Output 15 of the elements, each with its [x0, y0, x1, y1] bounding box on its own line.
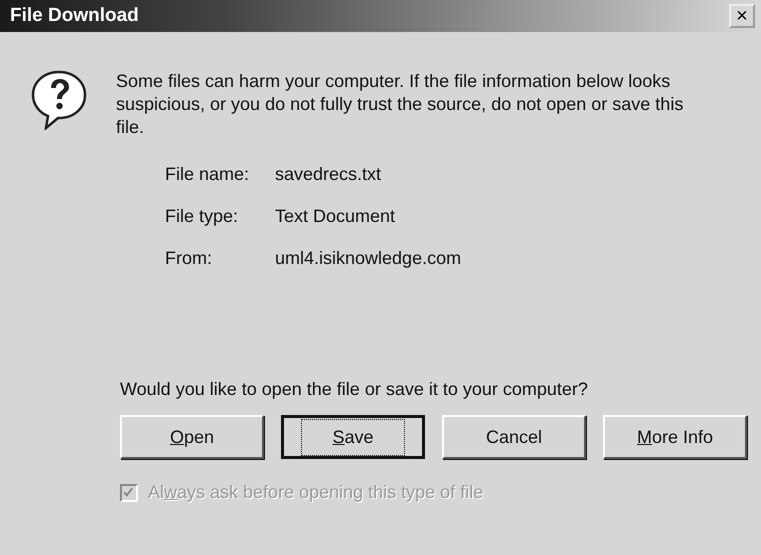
warning-text: Some files can harm your computer. If the file information below looks suspicious, or you do not fully trust the source, do not open or save this file.	[116, 70, 684, 139]
field-value: uml4.isiknowledge.com	[275, 247, 462, 270]
field-label: File name:	[165, 163, 250, 186]
dialog-button[interactable]: Open	[120, 415, 264, 459]
question-text: Would you like to open the file or save it to your computer?	[120, 379, 588, 399]
field-label: From:	[165, 247, 213, 270]
field-value: savedrecs.txt	[275, 163, 382, 186]
field-value: Text Document	[275, 205, 396, 228]
dialog-button[interactable]: Save	[281, 415, 425, 459]
dialog-button[interactable]: More Info	[603, 415, 747, 459]
question-bubble-icon	[30, 70, 88, 130]
dialog-button[interactable]: Cancel	[442, 415, 586, 459]
close-button[interactable]: ×	[729, 4, 755, 28]
window-title: File Download	[10, 4, 139, 28]
field-label: File type:	[165, 205, 240, 228]
